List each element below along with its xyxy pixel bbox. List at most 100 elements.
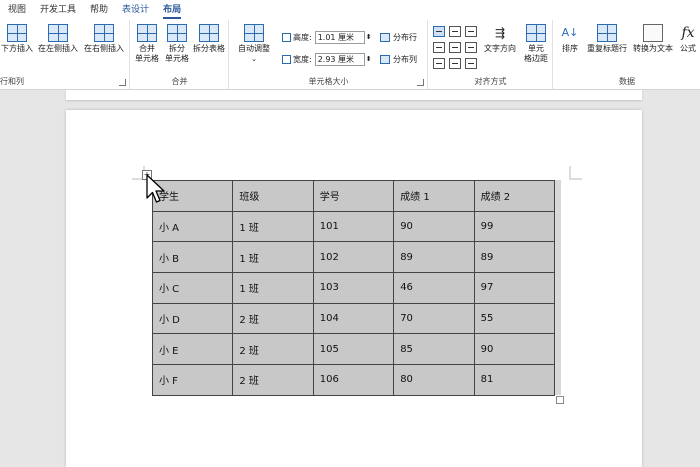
autofit-button[interactable]: 自动调整 ⌄ [234, 24, 274, 64]
text-direction-label: 文字方向 [484, 44, 516, 53]
merge-cells-button[interactable]: 合并 单元格 [133, 24, 161, 64]
table-cell[interactable]: 1 班 [232, 241, 314, 274]
table-cell[interactable]: 小 D [151, 302, 234, 335]
formula-button[interactable]: fx 公式 [678, 24, 698, 54]
table-cell[interactable]: 70 [393, 302, 475, 335]
insert-right-icon [94, 24, 114, 42]
table-header-row: 学生 班级 学号 成绩 1 成绩 2 [151, 180, 556, 212]
table-resize-handle-icon[interactable] [556, 396, 564, 404]
split-table-button[interactable]: 拆分表格 [191, 24, 227, 54]
header-cell[interactable]: 班级 [232, 180, 314, 212]
repeat-header-icon [597, 24, 617, 42]
tab-table-design[interactable]: 表设计 [122, 0, 149, 20]
align-bottom-left-icon[interactable] [433, 58, 445, 69]
height-label: 高度: [293, 32, 312, 42]
align-top-center-icon[interactable] [449, 26, 461, 37]
convert-to-text-button[interactable]: 转换为文本 [630, 24, 676, 54]
table-cell[interactable]: 小 B [151, 241, 234, 274]
split-cells-label-2: 单元格 [165, 54, 189, 63]
tab-help[interactable]: 帮助 [90, 0, 108, 20]
distribute-rows-button[interactable]: 分布行 [380, 32, 417, 43]
split-cells-button[interactable]: 拆分 单元格 [163, 24, 191, 64]
autofit-label: 自动调整 [238, 44, 270, 53]
width-spinner-icon[interactable]: ⬍ [366, 55, 372, 63]
table-cell[interactable]: 101 [312, 210, 395, 243]
distribute-cols-label: 分布列 [393, 55, 417, 64]
convert-to-text-icon [643, 24, 663, 42]
group-alignment: ⇶ 文字方向 单元 格边距 对齐方式 [429, 20, 553, 90]
insert-left-button[interactable]: 在左侧插入 [36, 24, 80, 54]
cell-margins-label-2: 格边距 [524, 54, 548, 63]
align-bottom-center-icon[interactable] [449, 58, 461, 69]
insert-right-button[interactable]: 在右侧插入 [82, 24, 126, 54]
distribute-rows-label: 分布行 [393, 33, 417, 42]
table-cell[interactable]: 106 [312, 364, 395, 396]
table-cell[interactable]: 102 [312, 241, 395, 274]
table-cell[interactable]: 103 [312, 272, 395, 304]
align-middle-left-icon[interactable] [433, 42, 445, 53]
table-cell[interactable]: 小 C [151, 272, 234, 304]
table-cell[interactable]: 55 [473, 302, 556, 335]
table-cell[interactable]: 104 [312, 302, 395, 335]
repeat-header-button[interactable]: 重复标题行 [584, 24, 630, 54]
col-width-icon [282, 54, 291, 64]
tab-layout[interactable]: 布局 [163, 0, 182, 20]
split-cells-label-1: 拆分 [169, 44, 185, 53]
table-cell[interactable]: 90 [473, 333, 556, 366]
data-table[interactable]: 学生 班级 学号 成绩 1 成绩 2 小 A 1 班 101 90 99 小 B… [151, 180, 556, 396]
table-cell[interactable]: 小 A [151, 210, 234, 243]
width-input[interactable]: 2.93 厘米 [314, 52, 365, 66]
group-rows-columns: 下方插入 在左侧插入 在右侧插入 行和列 [0, 20, 130, 90]
table-cell[interactable]: 80 [393, 364, 475, 396]
tab-developer[interactable]: 开发工具 [40, 0, 76, 20]
height-input[interactable]: 1.01 厘米 [314, 30, 365, 44]
group-data: A↓ 排序 重复标题行 转换为文本 fx 公式 数据 [554, 20, 700, 90]
table-cell[interactable]: 85 [393, 333, 475, 366]
table-cell[interactable]: 46 [393, 272, 475, 304]
rows-cols-launcher-icon[interactable] [119, 79, 126, 86]
cell-size-launcher-icon[interactable] [417, 79, 424, 86]
merge-cells-label-1: 合并 [139, 44, 155, 53]
align-middle-right-icon[interactable] [465, 42, 477, 53]
convert-to-text-label: 转换为文本 [633, 44, 673, 53]
height-field: 高度: 1.01 厘米 ⬍ [282, 30, 372, 44]
table-cell[interactable]: 2 班 [232, 364, 314, 396]
table-cell[interactable]: 89 [473, 241, 556, 274]
selection-right-bar [555, 180, 561, 395]
table-cell[interactable]: 1 班 [232, 272, 314, 304]
cell-margins-button[interactable]: 单元 格边距 [521, 24, 551, 64]
table-cell[interactable]: 90 [393, 210, 475, 243]
height-spinner-icon[interactable]: ⬍ [366, 33, 372, 41]
tab-view[interactable]: 视图 [8, 0, 26, 20]
cell-margins-label-1: 单元 [528, 44, 544, 53]
header-cell[interactable]: 学号 [312, 180, 395, 212]
distribute-cols-button[interactable]: 分布列 [380, 54, 417, 65]
formula-icon: fx [681, 25, 695, 41]
align-bottom-right-icon[interactable] [465, 58, 477, 69]
table-cell[interactable]: 2 班 [232, 302, 314, 335]
table-cell[interactable]: 小 F [151, 364, 234, 396]
table-cell[interactable]: 89 [393, 241, 475, 274]
table-cell[interactable]: 小 E [151, 333, 234, 366]
split-cells-icon [167, 24, 187, 42]
table-row: 小 C 1 班 103 46 97 [151, 272, 556, 304]
table-cell[interactable]: 81 [473, 364, 556, 396]
distribute-rows-icon [380, 33, 390, 42]
table-cell[interactable]: 97 [473, 272, 556, 304]
table-row: 小 A 1 班 101 90 99 [151, 210, 556, 243]
sort-button[interactable]: A↓ 排序 [558, 24, 582, 54]
text-direction-button[interactable]: ⇶ 文字方向 [481, 24, 519, 54]
table-cell[interactable]: 2 班 [232, 333, 314, 366]
insert-below-button[interactable]: 下方插入 [0, 24, 34, 54]
header-cell[interactable]: 成绩 2 [473, 180, 556, 212]
insert-left-label: 在左侧插入 [38, 44, 78, 53]
align-middle-center-icon[interactable] [449, 42, 461, 53]
table-cell[interactable]: 1 班 [232, 210, 314, 243]
chevron-down-icon: ⌄ [251, 55, 257, 63]
align-top-left-icon[interactable] [433, 26, 445, 37]
table-cell[interactable]: 99 [473, 210, 556, 243]
header-cell[interactable]: 成绩 1 [393, 180, 475, 212]
mouse-pointer-icon [146, 174, 165, 203]
table-cell[interactable]: 105 [312, 333, 395, 366]
align-top-right-icon[interactable] [465, 26, 477, 37]
